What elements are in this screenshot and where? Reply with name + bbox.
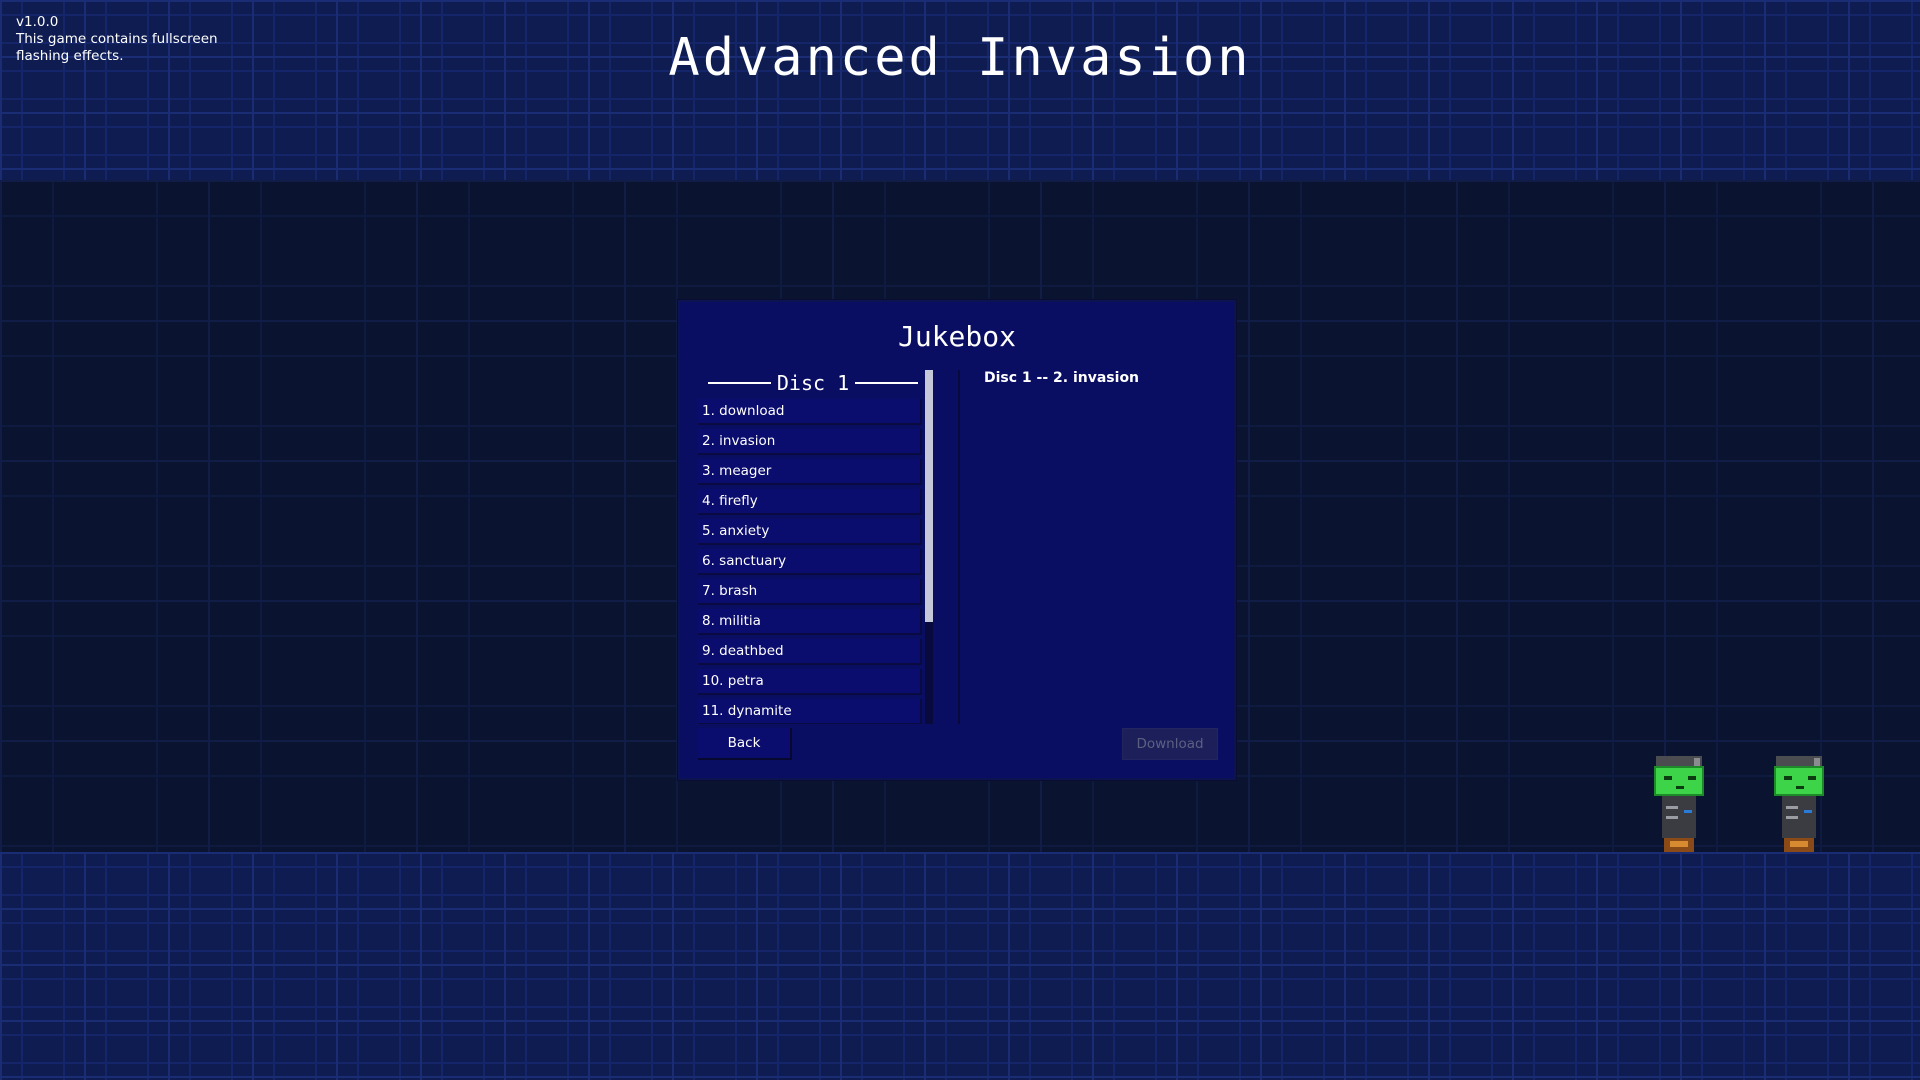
robot-sprite-icon	[1654, 756, 1704, 852]
game-title: Advanced Invasion	[668, 28, 1252, 88]
robot-stripe	[1786, 816, 1798, 819]
robot-eye-left	[1664, 776, 1672, 780]
jukebox-panel: Jukebox Disc 1 1. download 2. invasion 3…	[678, 300, 1236, 780]
background-top-band	[0, 0, 1920, 180]
track-item[interactable]: 4. firefly	[698, 489, 922, 515]
robot-antenna	[1656, 756, 1702, 768]
track-item[interactable]: 10. petra	[698, 669, 922, 695]
robot-head	[1774, 766, 1824, 796]
panel-divider	[958, 370, 960, 724]
back-button[interactable]: Back	[698, 728, 792, 760]
robot-sprite-icon	[1774, 756, 1824, 852]
track-item[interactable]: 6. sanctuary	[698, 549, 922, 575]
disc-rule-right	[855, 382, 918, 384]
robot-eye-right	[1688, 776, 1696, 780]
robot-antenna	[1776, 756, 1822, 768]
download-button[interactable]: Download	[1122, 728, 1218, 760]
track-list-scrollbar[interactable]	[925, 370, 933, 724]
background-bottom-band	[0, 852, 1920, 1080]
track-item[interactable]: 3. meager	[698, 459, 922, 485]
robot-mouth	[1676, 786, 1684, 789]
disc-rule-left	[708, 382, 771, 384]
robot-head	[1654, 766, 1704, 796]
robot-stripe	[1786, 806, 1798, 809]
robot-eye-right	[1808, 776, 1816, 780]
scrollbar-thumb[interactable]	[925, 370, 933, 622]
track-item[interactable]: 5. anxiety	[698, 519, 922, 545]
robot-stripe	[1666, 816, 1678, 819]
disc-header: Disc 1	[708, 371, 918, 395]
jukebox-title: Jukebox	[897, 320, 1016, 353]
now-playing-label: Disc 1 -- 2. invasion	[984, 370, 1140, 386]
robot-light	[1804, 810, 1812, 813]
track-item[interactable]: 2. invasion	[698, 429, 922, 455]
robot-stripe	[1666, 806, 1678, 809]
disc-label: Disc 1	[776, 371, 850, 395]
track-item[interactable]: 8. militia	[698, 609, 922, 635]
track-item[interactable]: 1. download	[698, 399, 922, 425]
track-item[interactable]: 7. brash	[698, 579, 922, 605]
robot-light	[1684, 810, 1692, 813]
robot-body	[1662, 796, 1696, 838]
robot-body	[1782, 796, 1816, 838]
robot-feet	[1664, 838, 1694, 852]
track-item[interactable]: 11. dynamite	[698, 699, 922, 724]
robot-eye-left	[1784, 776, 1792, 780]
track-item[interactable]: 9. deathbed	[698, 639, 922, 665]
robot-feet	[1784, 838, 1814, 852]
robot-mouth	[1796, 786, 1804, 789]
track-list: 1. download 2. invasion 3. meager 4. fir…	[698, 399, 922, 724]
